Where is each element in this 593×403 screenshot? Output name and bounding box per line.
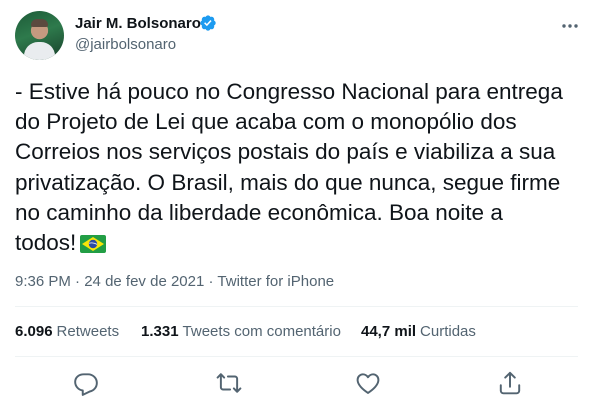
meta-separator: · xyxy=(208,273,214,290)
retweets-stat[interactable]: 6.096 Retweets xyxy=(15,322,119,341)
tweet-source[interactable]: Twitter for iPhone xyxy=(217,273,334,290)
likes-count: 44,7 mil xyxy=(361,323,417,340)
tweet-text: - Estive há pouco no Congresso Nacional … xyxy=(15,77,581,258)
divider xyxy=(15,306,578,307)
tweet-metadata: 9:36 PM · 24 de fev de 2021 · Twitter fo… xyxy=(15,272,334,291)
divider xyxy=(15,356,578,357)
likes-stat[interactable]: 44,7 mil Curtidas xyxy=(361,322,476,341)
likes-label: Curtidas xyxy=(420,323,476,340)
quotes-label: Tweets com comentário xyxy=(182,323,341,340)
like-icon[interactable] xyxy=(355,370,381,396)
brazil-flag-icon xyxy=(80,235,107,254)
avatar-shirt xyxy=(24,42,55,60)
retweets-count: 6.096 xyxy=(15,323,53,340)
more-options-icon[interactable] xyxy=(560,16,580,36)
author-name[interactable]: Jair M. Bolsonaro xyxy=(75,14,201,33)
action-bar xyxy=(0,367,593,399)
reply-icon[interactable] xyxy=(73,370,99,396)
meta-separator: · xyxy=(75,273,81,290)
tweet-text-body: - Estive há pouco no Congresso Nacional … xyxy=(15,79,563,256)
avatar[interactable] xyxy=(15,11,64,60)
quotes-count: 1.331 xyxy=(141,323,179,340)
tweet-date[interactable]: 24 de fev de 2021 xyxy=(84,273,204,290)
verified-badge-icon xyxy=(200,15,216,31)
share-icon[interactable] xyxy=(497,370,523,396)
retweet-icon[interactable] xyxy=(216,370,242,396)
quotes-stat[interactable]: 1.331 Tweets com comentário xyxy=(141,322,341,341)
tweet-time[interactable]: 9:36 PM xyxy=(15,273,71,290)
avatar-hair xyxy=(31,19,48,27)
tweet-detail: Jair M. Bolsonaro @jairbolsonaro - Estiv… xyxy=(0,0,593,403)
author-handle[interactable]: @jairbolsonaro xyxy=(75,35,176,54)
retweets-label: Retweets xyxy=(56,323,120,340)
